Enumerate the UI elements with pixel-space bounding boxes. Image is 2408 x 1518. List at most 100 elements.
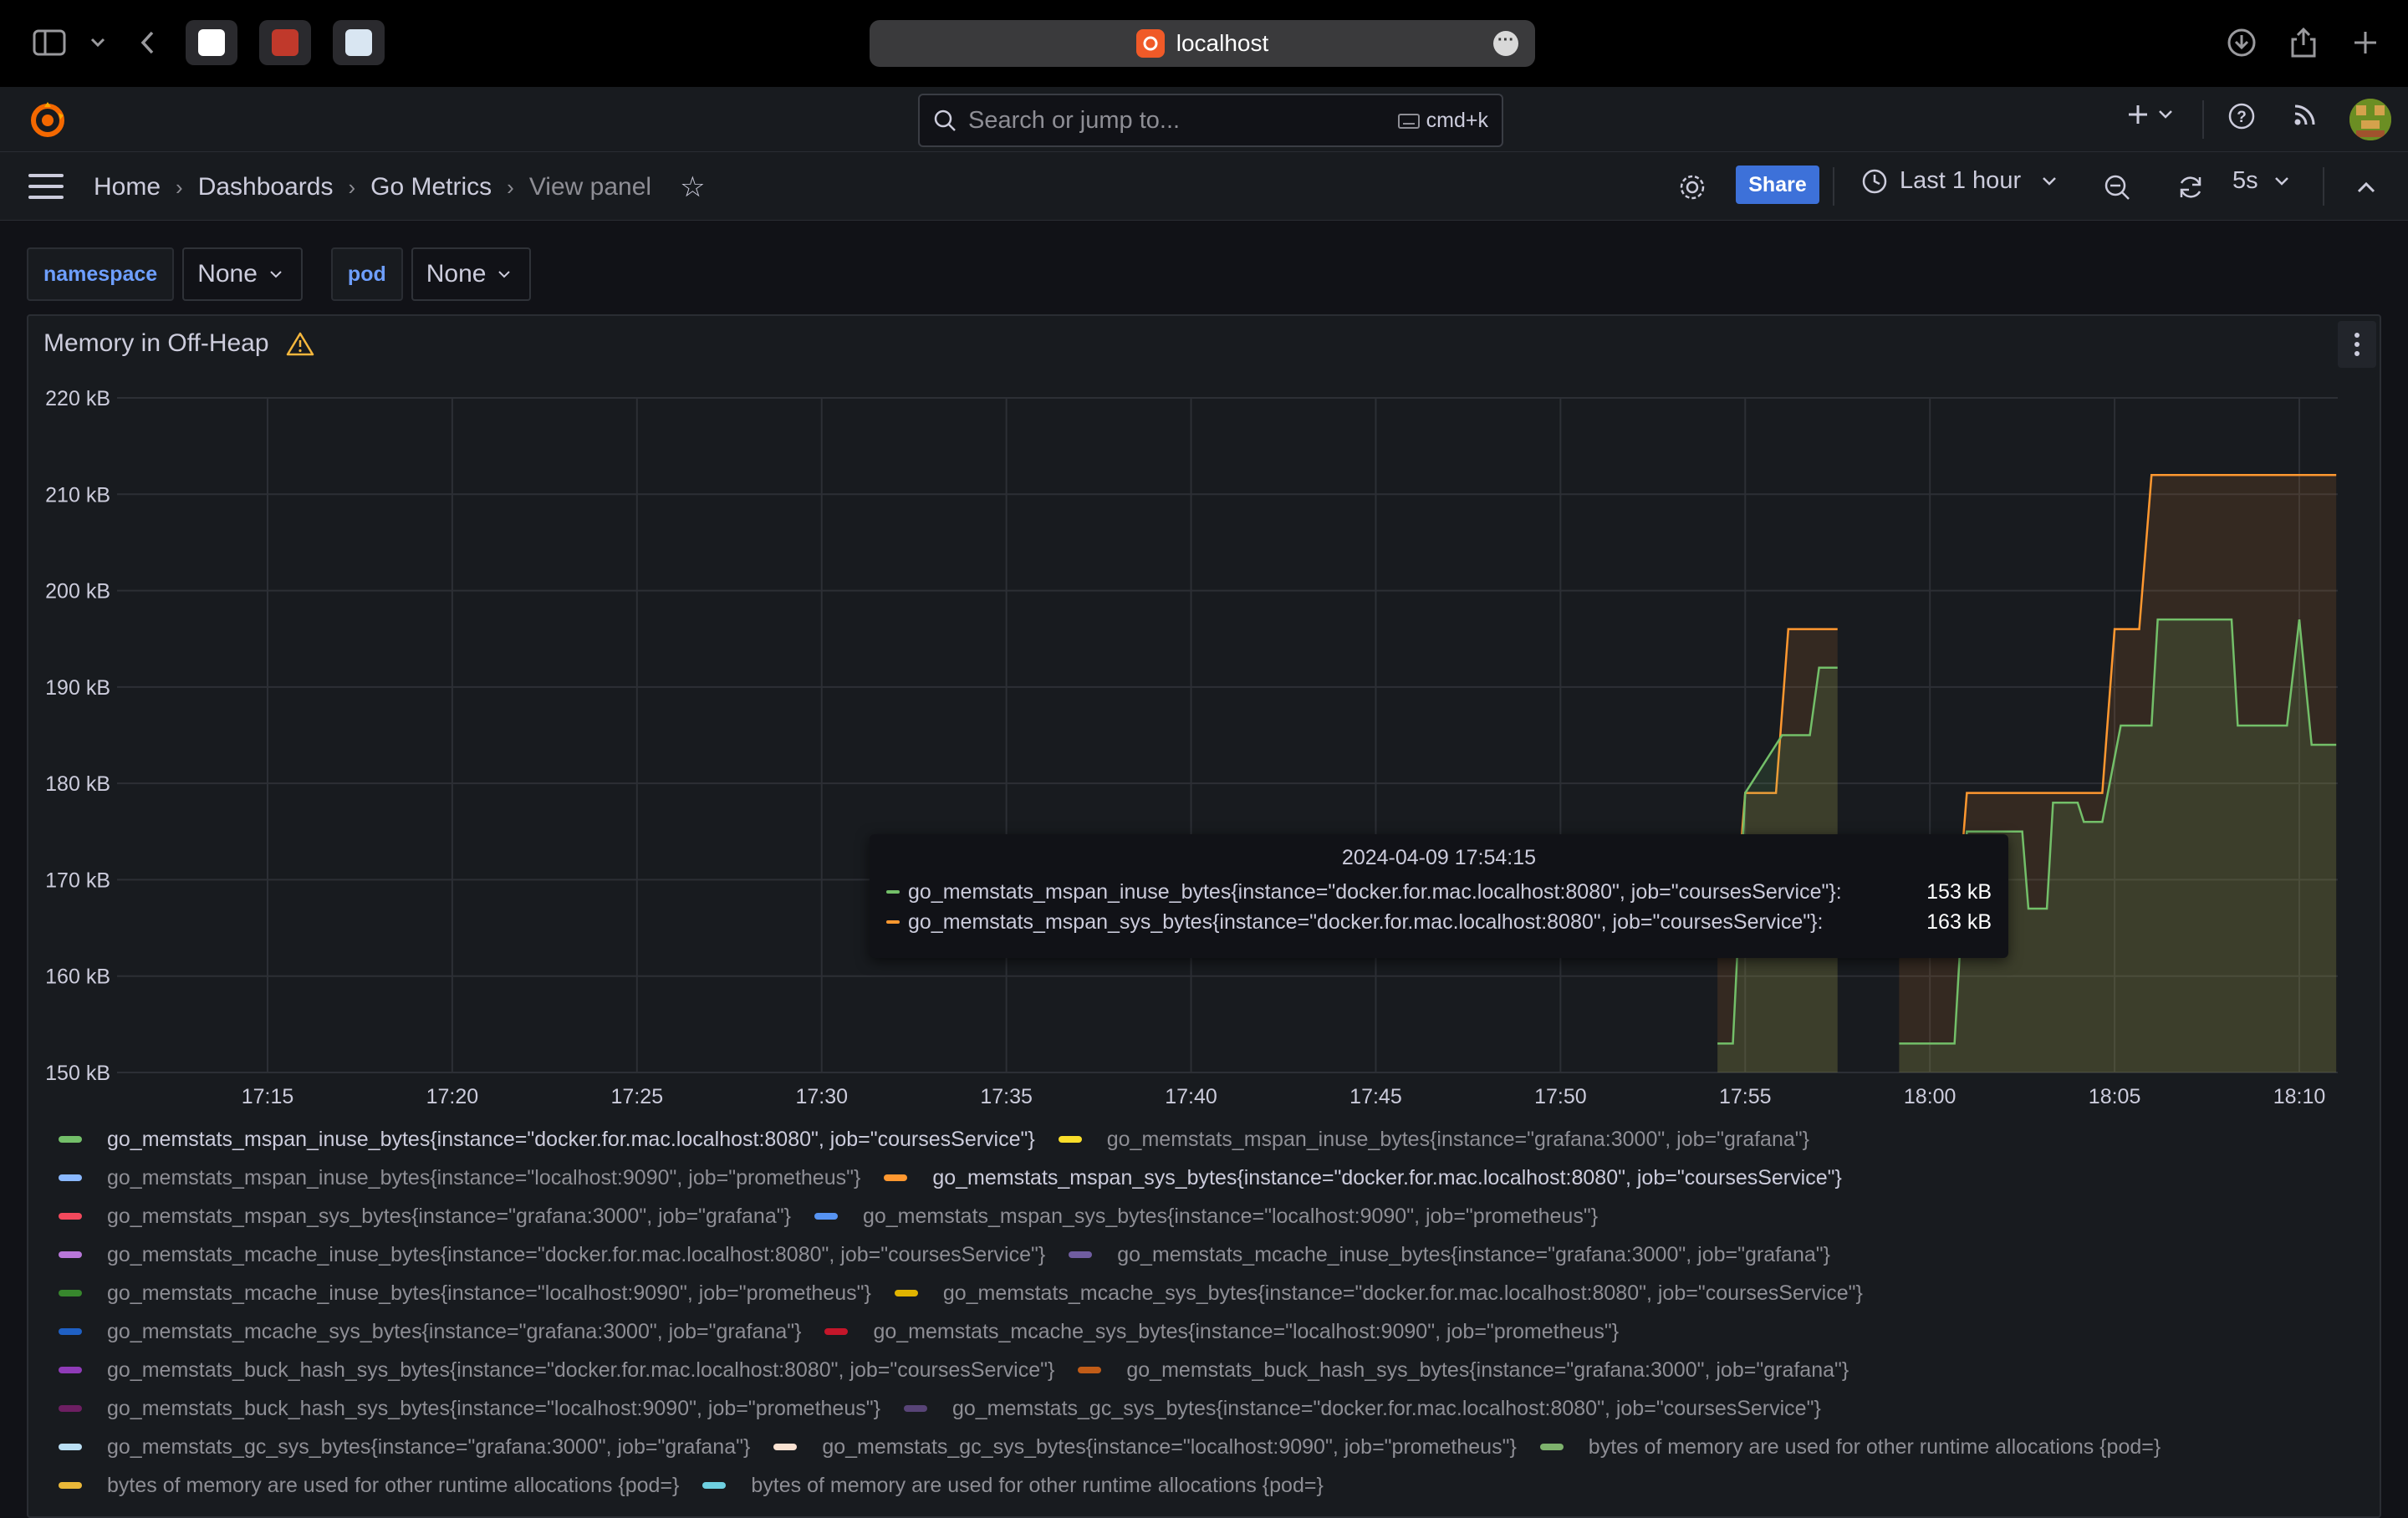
legend-label: go_memstats_mspan_sys_bytes{instance="do…: [932, 1165, 1842, 1189]
legend-item[interactable]: go_memstats_mspan_inuse_bytes{instance="…: [1058, 1127, 1809, 1152]
x-axis-tick-label: 18:05: [2089, 1085, 2141, 1108]
legend-label: go_memstats_mcache_inuse_bytes{instance=…: [107, 1281, 871, 1305]
legend-label: go_memstats_buck_hash_sys_bytes{instance…: [107, 1396, 880, 1420]
legend-color-swatch: [702, 1482, 727, 1489]
legend-color-swatch: [59, 1174, 82, 1181]
legend-item[interactable]: go_memstats_mcache_inuse_bytes{instance=…: [30, 1243, 1045, 1267]
legend-color-swatch: [1078, 1367, 1102, 1373]
legend-color-swatch: [59, 1136, 82, 1143]
legend-color-swatch: [773, 1444, 798, 1450]
legend-item[interactable]: go_memstats_mspan_inuse_bytes{instance="…: [30, 1128, 1035, 1152]
legend-color-swatch: [1069, 1251, 1093, 1258]
legend-color-swatch: [59, 1213, 82, 1220]
legend-label: go_memstats_gc_sys_bytes{instance="local…: [822, 1434, 1517, 1459]
legend-item[interactable]: go_memstats_mspan_sys_bytes{instance="gr…: [30, 1205, 791, 1229]
tooltip-series-color: [886, 890, 900, 894]
legend-row: go_memstats_mcache_inuse_bytes{instance=…: [30, 1274, 2371, 1312]
legend-row: go_memstats_mspan_inuse_bytes{instance="…: [30, 1159, 2371, 1197]
legend-color-swatch: [814, 1213, 838, 1220]
legend-item[interactable]: go_memstats_mcache_sys_bytes{instance="l…: [824, 1320, 1619, 1344]
legend-item[interactable]: go_memstats_gc_sys_bytes{instance="docke…: [903, 1396, 1821, 1421]
legend-label: bytes of memory are used for other runti…: [107, 1473, 680, 1497]
legend-color-swatch: [59, 1290, 82, 1296]
legend-item[interactable]: go_memstats_buck_hash_sys_bytes{instance…: [30, 1397, 880, 1421]
legend-label: go_memstats_mcache_inuse_bytes{instance=…: [107, 1242, 1046, 1266]
legend-row: go_memstats_gc_sys_bytes{instance="grafa…: [30, 1428, 2371, 1466]
legend-color-swatch: [59, 1251, 82, 1258]
x-axis-tick-label: 17:15: [242, 1085, 294, 1108]
legend-label: go_memstats_mcache_inuse_bytes{instance=…: [1117, 1242, 1830, 1266]
tooltip-series-name: go_memstats_mspan_inuse_bytes{instance="…: [908, 879, 1842, 904]
legend-item[interactable]: go_memstats_gc_sys_bytes{instance="grafa…: [30, 1435, 750, 1459]
chart-legend: go_memstats_mspan_inuse_bytes{instance="…: [30, 1120, 2371, 1505]
x-axis-tick-label: 17:40: [1165, 1085, 1217, 1108]
legend-label: bytes of memory are used for other runti…: [1588, 1434, 2161, 1459]
legend-item[interactable]: bytes of memory are used for other runti…: [1539, 1434, 2161, 1459]
x-axis-tick-label: 17:35: [980, 1085, 1033, 1108]
legend-item[interactable]: go_memstats_mcache_sys_bytes{instance="d…: [894, 1281, 1863, 1306]
y-axis-tick-label: 210 kB: [45, 483, 110, 507]
legend-item[interactable]: go_memstats_mcache_sys_bytes{instance="g…: [30, 1320, 801, 1344]
tooltip-series-name: go_memstats_mspan_sys_bytes{instance="do…: [908, 909, 1824, 934]
legend-label: go_memstats_gc_sys_bytes{instance="docke…: [951, 1396, 1821, 1420]
legend-label: go_memstats_buck_hash_sys_bytes{instance…: [1126, 1358, 1849, 1382]
legend-label: go_memstats_mcache_sys_bytes{instance="d…: [942, 1281, 1863, 1305]
legend-row: go_memstats_mcache_inuse_bytes{instance=…: [30, 1235, 2371, 1274]
legend-label: go_memstats_mspan_sys_bytes{instance="gr…: [107, 1204, 791, 1228]
legend-label: bytes of memory are used for other runti…: [751, 1473, 1324, 1497]
legend-row: go_memstats_mspan_inuse_bytes{instance="…: [30, 1120, 2371, 1159]
legend-label: go_memstats_mspan_inuse_bytes{instance="…: [107, 1165, 861, 1189]
legend-item[interactable]: go_memstats_mspan_inuse_bytes{instance="…: [30, 1166, 860, 1190]
legend-color-swatch: [59, 1405, 82, 1412]
y-axis-tick-label: 180 kB: [45, 772, 110, 796]
y-axis-tick-label: 200 kB: [45, 580, 110, 604]
legend-item[interactable]: go_memstats_mspan_sys_bytes{instance="lo…: [814, 1205, 1598, 1229]
x-axis-tick-label: 18:00: [1904, 1085, 1956, 1108]
tooltip-row: go_memstats_mspan_sys_bytes{instance="do…: [886, 907, 1992, 937]
legend-row: go_memstats_mcache_sys_bytes{instance="g…: [30, 1312, 2371, 1351]
y-axis-tick-label: 160 kB: [45, 965, 110, 989]
legend-item[interactable]: bytes of memory are used for other runti…: [702, 1473, 1324, 1498]
y-axis-tick-label: 190 kB: [45, 676, 110, 700]
legend-color-swatch: [59, 1367, 82, 1373]
legend-item[interactable]: go_memstats_mcache_inuse_bytes{instance=…: [1069, 1243, 1830, 1267]
legend-item[interactable]: go_memstats_mspan_sys_bytes{instance="do…: [884, 1165, 1842, 1190]
legend-row: bytes of memory are used for other runti…: [30, 1466, 2371, 1505]
legend-item[interactable]: bytes of memory are used for other runti…: [30, 1474, 679, 1498]
tooltip-row: go_memstats_mspan_inuse_bytes{instance="…: [886, 877, 1992, 907]
legend-label: go_memstats_mspan_inuse_bytes{instance="…: [1106, 1127, 1809, 1151]
x-axis-tick-label: 18:10: [2273, 1085, 2326, 1108]
legend-row: go_memstats_mspan_sys_bytes{instance="gr…: [30, 1197, 2371, 1235]
y-axis-tick-label: 150 kB: [45, 1062, 110, 1085]
y-axis-tick-label: 220 kB: [45, 387, 110, 410]
tooltip-series-color: [886, 920, 900, 924]
legend-color-swatch: [59, 1328, 82, 1335]
x-axis-tick-label: 17:25: [611, 1085, 664, 1108]
y-axis-tick-label: 170 kB: [45, 869, 110, 892]
legend-row: go_memstats_buck_hash_sys_bytes{instance…: [30, 1351, 2371, 1389]
legend-row: go_memstats_buck_hash_sys_bytes{instance…: [30, 1389, 2371, 1428]
legend-color-swatch: [903, 1405, 927, 1412]
chart-tooltip: 2024-04-09 17:54:15 go_memstats_mspan_in…: [870, 834, 2008, 958]
legend-item[interactable]: go_memstats_gc_sys_bytes{instance="local…: [773, 1434, 1517, 1459]
tooltip-time: 2024-04-09 17:54:15: [1341, 846, 1537, 869]
legend-color-swatch: [824, 1328, 849, 1335]
x-axis-tick-label: 17:45: [1349, 1085, 1402, 1108]
legend-item[interactable]: go_memstats_buck_hash_sys_bytes{instance…: [30, 1358, 1054, 1383]
legend-item[interactable]: go_memstats_mcache_inuse_bytes{instance=…: [30, 1281, 871, 1306]
legend-item[interactable]: go_memstats_buck_hash_sys_bytes{instance…: [1078, 1358, 1849, 1383]
legend-label: go_memstats_gc_sys_bytes{instance="grafa…: [107, 1434, 751, 1459]
tooltip-series-value: 163 kB: [1926, 909, 1992, 934]
legend-label: go_memstats_mspan_sys_bytes{instance="lo…: [862, 1204, 1599, 1228]
legend-label: go_memstats_mcache_sys_bytes{instance="g…: [107, 1319, 802, 1343]
legend-label: go_memstats_mspan_inuse_bytes{instance="…: [107, 1127, 1035, 1151]
x-axis-tick-label: 17:20: [426, 1085, 479, 1108]
legend-color-swatch: [1539, 1444, 1564, 1450]
legend-label: go_memstats_buck_hash_sys_bytes{instance…: [107, 1358, 1055, 1382]
x-axis-tick-label: 17:50: [1534, 1085, 1587, 1108]
legend-label: go_memstats_mcache_sys_bytes{instance="l…: [873, 1319, 1620, 1343]
legend-color-swatch: [884, 1174, 908, 1181]
x-axis-tick-label: 17:55: [1719, 1085, 1772, 1108]
tooltip-series-value: 153 kB: [1926, 879, 1992, 904]
legend-color-swatch: [59, 1482, 82, 1489]
